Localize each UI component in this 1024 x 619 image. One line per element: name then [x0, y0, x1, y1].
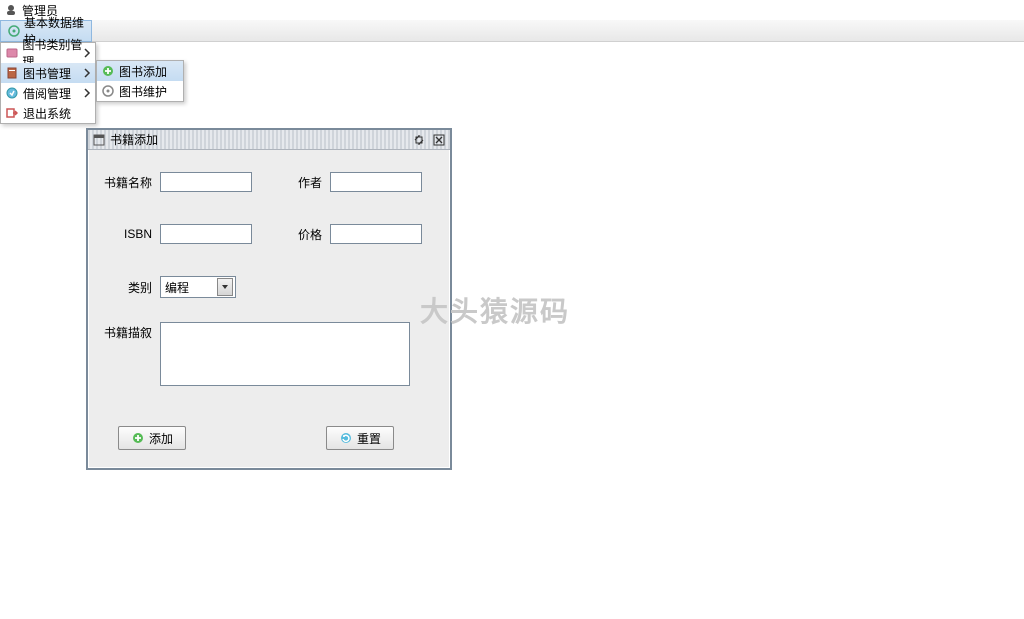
add-button[interactable]: 添加 — [118, 426, 186, 450]
dropdown-item-book-add[interactable]: 图书添加 — [97, 61, 183, 81]
label-category: 类别 — [98, 279, 152, 296]
input-book-name[interactable] — [160, 172, 252, 192]
app-titlebar: 管理员 — [0, 0, 1024, 20]
input-isbn[interactable] — [160, 224, 252, 244]
label-price: 价格 — [282, 226, 322, 243]
dropdown-item-borrow-manage[interactable]: 借阅管理 — [1, 83, 95, 103]
label-author: 作者 — [282, 174, 322, 191]
label-description: 书籍描叙 — [98, 324, 152, 341]
chevron-right-icon — [83, 47, 91, 61]
dialog-add-book: 书籍添加 书籍名称 作者 ISBN 价格 类别 编程 — [86, 128, 452, 470]
chevron-down-icon[interactable] — [217, 278, 233, 296]
dropdown-basic-data: 图书类别管理 图书管理 借阅管理 退出系统 — [0, 42, 96, 124]
select-category[interactable]: 编程 — [160, 276, 236, 298]
input-price[interactable] — [330, 224, 422, 244]
dropdown-item-label: 图书管理 — [23, 65, 71, 82]
dialog-title: 书籍添加 — [110, 131, 158, 148]
dropdown-item-label: 借阅管理 — [23, 85, 71, 102]
close-icon[interactable] — [432, 133, 446, 147]
add-button-label: 添加 — [149, 430, 173, 447]
dropdown-item-book-maintain[interactable]: 图书维护 — [97, 81, 183, 101]
maintain-icon — [101, 84, 115, 98]
input-author[interactable] — [330, 172, 422, 192]
dropdown-item-book-category[interactable]: 图书类别管理 — [1, 43, 95, 63]
dialog-titlebar[interactable]: 书籍添加 — [88, 130, 450, 150]
label-isbn: ISBN — [98, 227, 152, 241]
borrow-icon — [5, 86, 19, 100]
menubar: 基本数据维护 — [0, 20, 1024, 42]
select-category-value: 编程 — [165, 279, 189, 296]
gear-icon — [7, 24, 20, 38]
maximize-icon[interactable] — [412, 133, 426, 147]
app-icon — [4, 3, 18, 17]
exit-icon — [5, 106, 19, 120]
category-icon — [5, 46, 18, 60]
window-icon — [92, 133, 106, 147]
book-icon — [5, 66, 19, 80]
dropdown-book-manage-sub: 图书添加 图书维护 — [96, 60, 184, 102]
dropdown-item-label: 退出系统 — [23, 105, 71, 122]
dropdown-item-label: 图书添加 — [119, 63, 167, 80]
label-book-name: 书籍名称 — [98, 174, 152, 191]
reset-button[interactable]: 重置 — [326, 426, 394, 450]
add-icon — [101, 64, 115, 78]
dropdown-item-book-manage[interactable]: 图书管理 — [1, 63, 95, 83]
reset-button-label: 重置 — [357, 430, 381, 447]
reset-icon — [339, 431, 353, 445]
dropdown-item-label: 图书维护 — [119, 83, 167, 100]
dialog-body: 书籍名称 作者 ISBN 价格 类别 编程 书籍描叙 — [88, 150, 450, 468]
add-icon — [131, 431, 145, 445]
chevron-right-icon — [83, 87, 91, 101]
textarea-description[interactable] — [160, 322, 410, 386]
chevron-right-icon — [83, 67, 91, 81]
dropdown-item-exit[interactable]: 退出系统 — [1, 103, 95, 123]
